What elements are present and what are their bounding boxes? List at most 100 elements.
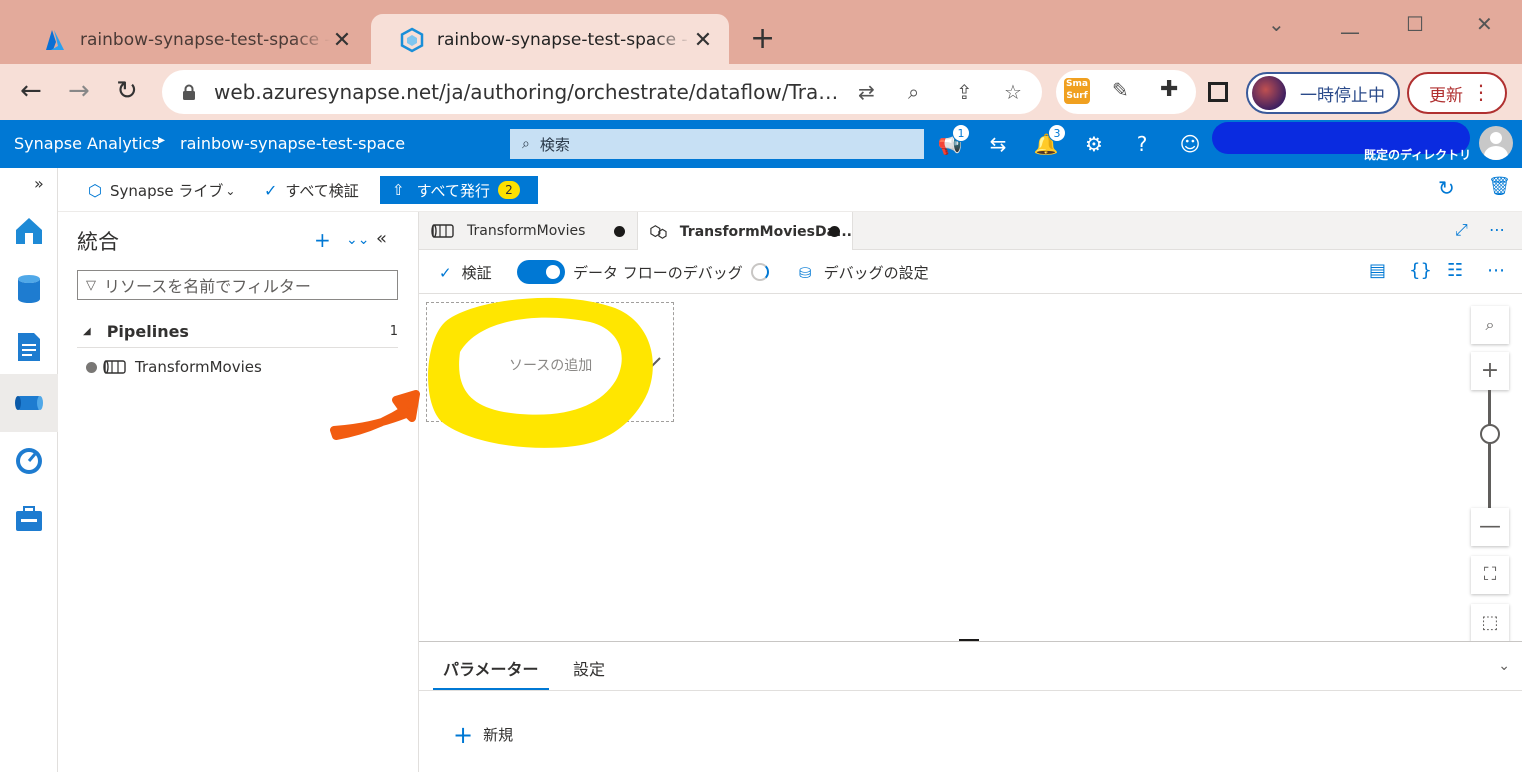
zoom-out-icon[interactable]: —: [1471, 508, 1509, 546]
browser-tab-2[interactable]: rainbow-synapse-test-space - Az ✕: [371, 14, 729, 66]
forward-arrow-icon[interactable]: →: [68, 76, 90, 106]
announcements-icon[interactable]: 📢 1: [936, 124, 970, 158]
resource-filter-input[interactable]: ▽ リソースを名前でフィルター: [77, 270, 398, 300]
dataflow-canvas[interactable]: ソースの追加 ⌕ + — ⛶ ⬚: [419, 294, 1522, 642]
maximize-icon[interactable]: ☐: [1406, 12, 1424, 36]
update-button[interactable]: 更新 ⋮: [1407, 72, 1507, 114]
help-icon[interactable]: ?: [1128, 130, 1156, 158]
more-options-icon[interactable]: ⋯: [1487, 260, 1505, 281]
expand-nav-icon[interactable]: »: [34, 174, 44, 193]
tab-label: TransformMovies: [467, 223, 586, 239]
workspace-breadcrumb[interactable]: rainbow-synapse-test-space: [180, 134, 405, 153]
back-arrow-icon[interactable]: ←: [20, 76, 42, 106]
smasurf-extension-icon[interactable]: Sma Surf: [1064, 78, 1090, 104]
browser-tab-1[interactable]: rainbow-synapse-test-space - Mi ✕: [14, 14, 368, 66]
search-input[interactable]: ⌕ 検索: [510, 129, 924, 159]
pipelines-section[interactable]: ◢ Pipelines 1: [77, 316, 398, 348]
extensions-group: Sma Surf ✎ ✚: [1056, 70, 1196, 114]
add-source-node[interactable]: ソースの追加: [426, 302, 674, 422]
collapse-all-icon[interactable]: ⌄⌄: [346, 232, 369, 248]
monitor-hub-icon[interactable]: [12, 444, 46, 478]
node-divider: [622, 327, 623, 399]
maximize-editor-icon[interactable]: ⤢: [1455, 220, 1468, 240]
filter-icon: ▽: [86, 277, 96, 293]
publish-count-badge: 2: [497, 181, 520, 199]
translate-icon[interactable]: ⇄: [858, 80, 875, 104]
refresh-icon[interactable]: ↻: [1438, 176, 1455, 200]
new-tab-button[interactable]: +: [750, 22, 775, 56]
develop-hub-icon[interactable]: [12, 330, 46, 364]
minimize-icon[interactable]: —: [1340, 20, 1360, 44]
address-bar[interactable]: web.azuresynapse.net/ja/authoring/orches…: [162, 70, 1042, 114]
command-bar: ⬡ Synapse ライブ ⌄ ✓ すべて検証 ↻ 🗑: [58, 168, 1522, 212]
more-options-icon[interactable]: ⋯: [1489, 220, 1505, 239]
dataflow-debug-toggle[interactable]: データ フローのデバッグ: [517, 260, 769, 284]
add-resource-icon[interactable]: +: [314, 228, 331, 252]
reload-icon[interactable]: ↻: [116, 76, 138, 106]
tab-parameters[interactable]: パラメーター: [433, 656, 549, 690]
section-count: 1: [389, 324, 398, 339]
designer-toolbar: ✓ 検証 データ フローのデバッグ ⛁ デバッグの設定 ▤ {} ☷ ⋯: [419, 250, 1522, 294]
extensions-puzzle-icon[interactable]: ✚: [1160, 77, 1178, 102]
debug-settings-button[interactable]: ⛁ デバッグの設定: [799, 262, 929, 283]
tab-label: TransformMoviesDa...: [679, 223, 852, 240]
canvas-search-icon[interactable]: ⌕: [1471, 306, 1509, 344]
validate-all-icon: ✓: [264, 181, 278, 200]
publish-all-label: すべて発行: [416, 181, 490, 200]
fit-to-screen-icon[interactable]: ⛶: [1471, 556, 1509, 594]
expand-triangle-icon: ◢: [83, 326, 91, 337]
publish-all-button[interactable]: ⇧ すべて発行 2: [380, 176, 538, 204]
editor-tab-bar: TransformMovies TransformMoviesDa... ⤢ ⋯: [419, 212, 1522, 251]
bookmark-star-icon[interactable]: ☆: [1004, 80, 1022, 104]
zoom-icon[interactable]: ⌕: [908, 80, 919, 104]
profile-avatar: [1252, 76, 1286, 110]
collapse-panel-icon[interactable]: «: [376, 228, 387, 249]
code-braces-icon[interactable]: {}: [1409, 260, 1432, 281]
side-panel-icon[interactable]: [1208, 82, 1228, 102]
feedback-icon[interactable]: ☺: [1176, 130, 1204, 158]
new-parameter-button[interactable]: + 新規: [453, 723, 513, 747]
kebab-menu-icon[interactable]: ⋮: [1471, 80, 1491, 104]
select-area-icon[interactable]: ⬚: [1471, 604, 1509, 642]
screen: rainbow-synapse-test-space - Mi ✕ rainbo…: [0, 0, 1522, 772]
settings-gear-icon[interactable]: ⚙: [1080, 130, 1108, 158]
synapse-live-button[interactable]: ⬡ Synapse ライブ ⌄: [88, 180, 235, 201]
tab-search-chevron-icon[interactable]: ⌄: [1268, 12, 1285, 36]
search-icon: ⌕: [522, 136, 530, 152]
toggle-switch[interactable]: [517, 260, 565, 284]
validate-all-button[interactable]: ✓ すべて検証: [264, 180, 359, 201]
zoom-slider-thumb[interactable]: [1480, 424, 1500, 444]
close-tab-1-icon[interactable]: ✕: [330, 28, 354, 53]
manage-hub-icon[interactable]: [12, 502, 46, 536]
script-icon[interactable]: ▤: [1369, 260, 1386, 281]
properties-icon[interactable]: ☷: [1447, 260, 1463, 281]
validate-all-label: すべて検証: [285, 182, 359, 200]
data-hub-icon[interactable]: [12, 272, 46, 306]
debug-settings-icon: ⛁: [799, 263, 812, 282]
home-icon[interactable]: [12, 214, 46, 248]
unsaved-dot-icon[interactable]: [829, 226, 840, 237]
tab-settings[interactable]: 設定: [573, 656, 605, 680]
tree-item-transformmovies[interactable]: TransformMovies: [86, 358, 262, 376]
tab-transformmoviesdataflow[interactable]: TransformMoviesDa...: [637, 212, 853, 251]
filter-placeholder: リソースを名前でフィルター: [104, 277, 311, 296]
unsaved-dot-icon[interactable]: [614, 225, 625, 237]
integrate-hub-icon[interactable]: [12, 386, 46, 420]
directory-switch-icon[interactable]: ⇆: [984, 130, 1012, 158]
notes-extension-icon[interactable]: ✎: [1112, 78, 1129, 102]
notifications-bell-icon[interactable]: 🔔 3: [1032, 124, 1066, 158]
window-close-icon[interactable]: ✕: [1476, 12, 1493, 36]
collapse-panel-chevron-icon[interactable]: ⌄: [1498, 658, 1510, 674]
synapse-live-label: Synapse ライブ: [109, 182, 224, 200]
close-tab-2-icon[interactable]: ✕: [691, 28, 715, 53]
discard-icon[interactable]: 🗑: [1488, 176, 1511, 197]
chevron-down-icon[interactable]: [635, 349, 663, 377]
profile-button[interactable]: 一時停止中: [1246, 72, 1400, 114]
share-icon[interactable]: ⇪: [956, 80, 973, 104]
zoom-slider-track[interactable]: [1488, 390, 1491, 510]
brand-link[interactable]: Synapse Analytics: [14, 134, 160, 153]
validate-button[interactable]: ✓ 検証: [439, 262, 492, 283]
tab-transformmovies[interactable]: TransformMovies: [419, 212, 637, 250]
user-avatar[interactable]: [1479, 126, 1513, 160]
zoom-in-icon[interactable]: +: [1471, 352, 1509, 390]
